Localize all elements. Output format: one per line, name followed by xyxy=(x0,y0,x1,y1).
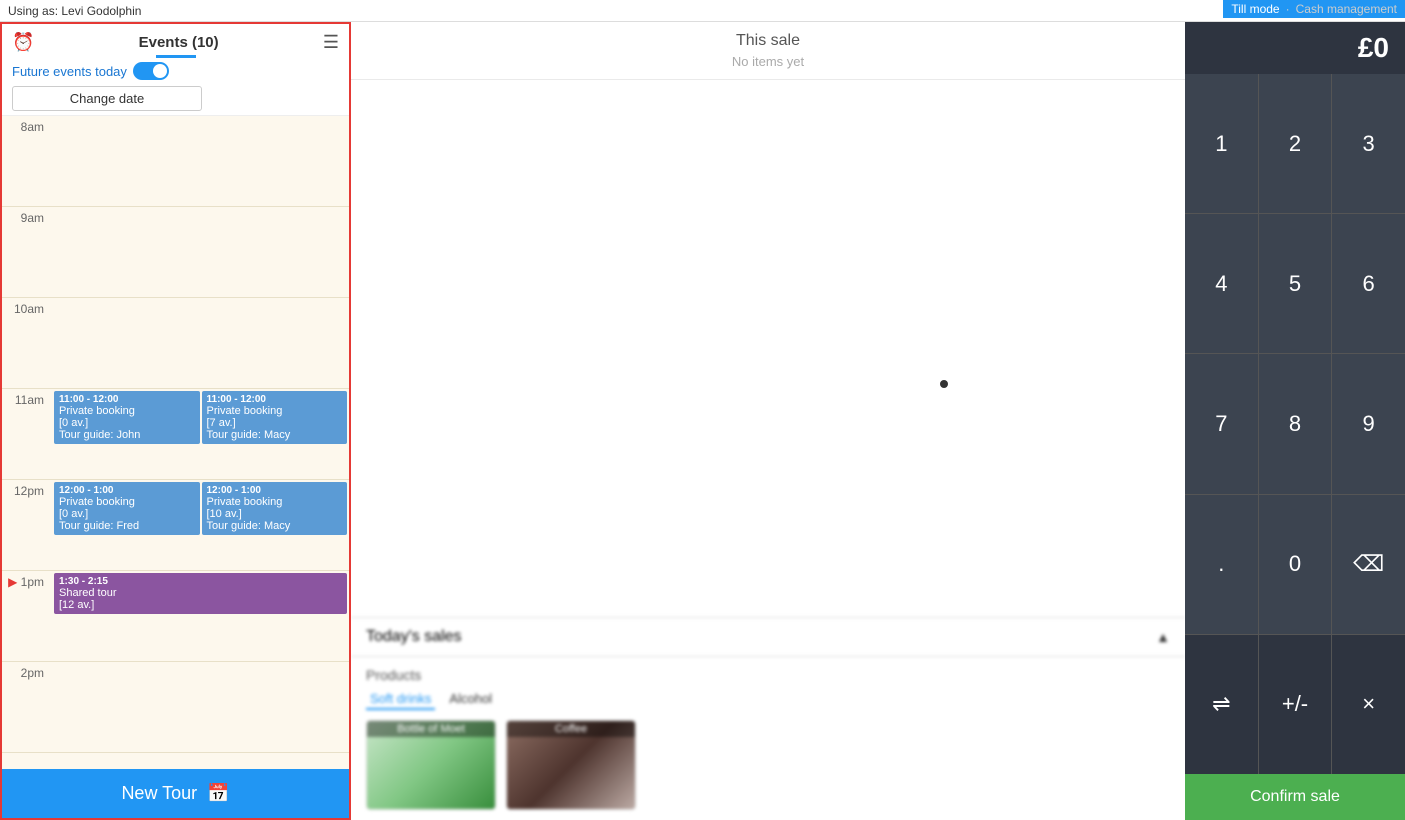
confirm-sale-button[interactable]: Confirm sale xyxy=(1185,774,1405,820)
time-label: 12pm xyxy=(2,480,52,570)
numpad-button-x[interactable]: ⌫ xyxy=(1332,495,1405,634)
numpad-panel: £0 123456789.0⌫ ⇌+/-× Confirm sale xyxy=(1185,22,1405,820)
tab-soft-drinks[interactable]: Soft drinks xyxy=(366,689,435,710)
event-block[interactable]: 12:00 - 1:00Private booking[0 av.]Tour g… xyxy=(54,482,200,535)
numpad-button-1[interactable]: 1 xyxy=(1185,74,1258,213)
time-slot: 2pm xyxy=(2,662,349,753)
todays-sales-bar: Today's sales ▲ xyxy=(351,617,1185,657)
this-sale-title: This sale xyxy=(361,32,1175,50)
todays-sales-label: Today's sales xyxy=(366,628,462,646)
numpad-button-5[interactable]: 5 xyxy=(1259,214,1332,353)
numpad-button-2[interactable]: 2 xyxy=(1259,74,1332,213)
time-content xyxy=(52,207,349,297)
events-title: Events (10) xyxy=(34,34,322,51)
till-mode-label: Till mode xyxy=(1231,2,1279,16)
left-panel: ⏰ Events (10) ☰ Future events today Chan… xyxy=(0,22,351,820)
numpad-display: £0 xyxy=(1185,22,1405,74)
time-label: ▶ 1pm xyxy=(2,571,52,661)
time-content: 12:00 - 1:00Private booking[0 av.]Tour g… xyxy=(52,480,349,570)
future-events-row: Future events today xyxy=(12,62,339,80)
no-items-text: No items yet xyxy=(361,54,1175,69)
clock-icon: ⏰ xyxy=(12,32,34,53)
change-date-row: Change date xyxy=(12,86,339,111)
numpad-button-4[interactable]: 4 xyxy=(1185,214,1258,353)
middle-panel: This sale No items yet Today's sales ▲ P… xyxy=(351,22,1185,820)
time-label: 11am xyxy=(2,389,52,479)
dot-separator: · xyxy=(1286,2,1290,16)
event-block[interactable]: 11:00 - 12:00Private booking[7 av.]Tour … xyxy=(202,391,348,444)
product-grid: Bottle of MoetCoffee xyxy=(366,720,1170,810)
numpad-button-0[interactable]: 0 xyxy=(1259,495,1332,634)
tab-alcohol[interactable]: Alcohol xyxy=(445,689,496,710)
expand-icon[interactable]: ▲ xyxy=(1156,629,1170,645)
product-card[interactable]: Bottle of Moet xyxy=(366,720,496,810)
numpad-button-x[interactable]: . xyxy=(1185,495,1258,634)
numpad-button-6[interactable]: 6 xyxy=(1332,214,1405,353)
time-slot: ▶ 1pm1:30 - 2:15Shared tour[12 av.] xyxy=(2,571,349,662)
event-block[interactable]: 11:00 - 12:00Private booking[0 av.]Tour … xyxy=(54,391,200,444)
toggle-thumb xyxy=(153,64,167,78)
numpad-button-3[interactable]: 3 xyxy=(1332,74,1405,213)
time-slot: 12pm12:00 - 1:00Private booking[0 av.]To… xyxy=(2,480,349,571)
time-slot: 9am xyxy=(2,207,349,298)
time-content xyxy=(52,116,349,206)
calendar-scroll[interactable]: 8am9am10am11am11:00 - 12:00Private booki… xyxy=(2,116,349,769)
numpad-button-xxx[interactable]: +/- xyxy=(1259,635,1332,774)
till-mode-badge: Till mode · Cash management xyxy=(1223,0,1405,18)
time-label: 9am xyxy=(2,207,52,297)
time-content xyxy=(52,298,349,388)
time-slot: 10am xyxy=(2,298,349,389)
numpad-button-7[interactable]: 7 xyxy=(1185,354,1258,493)
left-panel-header: ⏰ Events (10) ☰ Future events today Chan… xyxy=(2,24,349,116)
numpad-button-x[interactable]: × xyxy=(1332,635,1405,774)
numpad-button-8[interactable]: 8 xyxy=(1259,354,1332,493)
top-bar: Using as: Levi Godolphin Till mode · Cas… xyxy=(0,0,1405,22)
time-label: 2pm xyxy=(2,662,52,752)
products-title: Products xyxy=(366,667,1170,683)
products-section: Products Soft drinks Alcohol Bottle of M… xyxy=(351,657,1185,820)
numpad-button-9[interactable]: 9 xyxy=(1332,354,1405,493)
future-events-label: Future events today xyxy=(12,64,127,79)
cash-management-label: Cash management xyxy=(1296,2,1397,16)
events-title-row: ⏰ Events (10) ☰ xyxy=(12,32,339,53)
title-underline xyxy=(156,55,196,58)
time-label: 8am xyxy=(2,116,52,206)
new-tour-label: New Tour xyxy=(121,783,197,804)
user-label: Using as: Levi Godolphin xyxy=(8,4,141,18)
numpad-grid: 123456789.0⌫ ⇌+/-× xyxy=(1185,74,1405,774)
time-slot: 8am xyxy=(2,116,349,207)
time-content xyxy=(52,662,349,752)
change-date-button[interactable]: Change date xyxy=(12,86,202,111)
list-icon[interactable]: ☰ xyxy=(323,32,339,53)
time-slot: 11am11:00 - 12:00Private booking[0 av.]T… xyxy=(2,389,349,480)
this-sale-bar: This sale No items yet xyxy=(351,22,1185,80)
product-card[interactable]: Coffee xyxy=(506,720,636,810)
calendar-add-icon: 📅 xyxy=(207,783,229,804)
time-content: 11:00 - 12:00Private booking[0 av.]Tour … xyxy=(52,389,349,479)
future-events-toggle[interactable] xyxy=(133,62,169,80)
event-block[interactable]: 12:00 - 1:00Private booking[10 av.]Tour … xyxy=(202,482,348,535)
new-tour-button[interactable]: New Tour 📅 xyxy=(2,769,349,818)
toggle-track xyxy=(133,62,169,80)
time-label: 10am xyxy=(2,298,52,388)
product-tabs: Soft drinks Alcohol xyxy=(366,689,1170,710)
event-block[interactable]: 1:30 - 2:15Shared tour[12 av.] xyxy=(54,573,347,614)
main-content-area: Today's sales ▲ Products Soft drinks Alc… xyxy=(351,80,1185,820)
numpad-button-x[interactable]: ⇌ xyxy=(1185,635,1258,774)
time-content: 1:30 - 2:15Shared tour[12 av.] xyxy=(52,571,349,661)
